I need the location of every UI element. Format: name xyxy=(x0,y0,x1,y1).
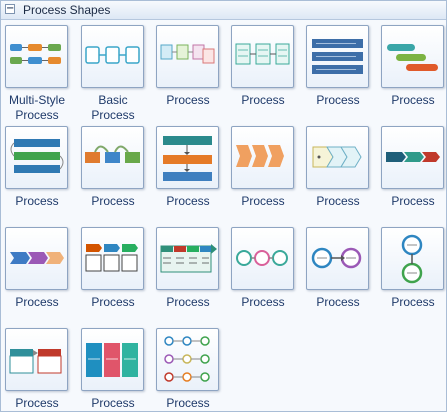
shape-label: Process xyxy=(166,93,210,107)
panel-title: Process Shapes xyxy=(23,3,111,17)
shape-tile-process[interactable] xyxy=(381,25,444,88)
process-icon-14 xyxy=(236,250,288,266)
process-icon-1 xyxy=(160,44,215,64)
process-icon-15 xyxy=(311,247,362,269)
shape-library-panel: − Process Shapes Multi-Style Process Basi… xyxy=(0,0,447,412)
shape-tile-process[interactable] xyxy=(306,227,369,290)
shape-label: Process xyxy=(241,93,285,107)
shape-tile-process[interactable] xyxy=(81,227,144,290)
shape-tile-process[interactable] xyxy=(5,328,68,391)
shape-tile-process[interactable] xyxy=(381,126,444,189)
process-icon-6 xyxy=(85,145,140,163)
shape-label: Process xyxy=(316,93,360,107)
collapse-icon[interactable]: − xyxy=(5,4,15,14)
process-icon-12 xyxy=(85,244,138,272)
shape-label: Process xyxy=(391,295,435,309)
shape-tile-process[interactable] xyxy=(231,25,294,88)
shape-tile-process[interactable] xyxy=(156,227,219,290)
process-icon-18 xyxy=(86,343,138,377)
shape-tile-process[interactable] xyxy=(231,227,294,290)
shape-tile-process[interactable] xyxy=(381,227,444,290)
shape-label: Process xyxy=(391,194,435,208)
process-icon-11 xyxy=(10,252,64,264)
shape-tile-process[interactable] xyxy=(306,25,369,88)
shape-label: Multi-Style Process xyxy=(8,93,65,122)
shape-tile-process[interactable] xyxy=(156,25,219,88)
shape-tile-process[interactable] xyxy=(81,126,144,189)
shape-label: Process xyxy=(241,295,285,309)
process-icon-17 xyxy=(9,349,62,374)
panel-header[interactable]: − Process Shapes xyxy=(1,1,446,20)
basic-process-icon xyxy=(85,46,140,64)
process-icon-5 xyxy=(10,139,64,173)
process-icon-2 xyxy=(235,43,290,65)
shape-label: Process xyxy=(391,93,435,107)
shape-label: Process xyxy=(166,295,210,309)
process-icon-10 xyxy=(386,152,440,162)
shape-label: Process xyxy=(166,194,210,208)
process-icon-3 xyxy=(312,39,363,74)
shape-tile-process[interactable] xyxy=(231,126,294,189)
process-icon-4 xyxy=(387,44,438,71)
shape-tile-process[interactable] xyxy=(156,328,219,391)
multi-style-process-icon xyxy=(10,44,61,64)
process-icon-19 xyxy=(164,336,210,382)
shape-tile-process[interactable] xyxy=(156,126,219,189)
shape-label: Process xyxy=(241,194,285,208)
shape-label: Process xyxy=(316,194,360,208)
shape-label: Process xyxy=(91,396,135,410)
process-icon-7 xyxy=(163,136,212,181)
shape-label: Basic Process xyxy=(91,93,135,122)
shape-label: Process xyxy=(15,295,59,309)
shape-tile-process[interactable] xyxy=(81,328,144,391)
shape-tile-process[interactable] xyxy=(5,227,68,290)
shape-tile-process[interactable] xyxy=(5,126,68,189)
shape-label: Process xyxy=(15,396,59,410)
shape-label: Process xyxy=(91,295,135,309)
shape-tile-multi-style-process[interactable] xyxy=(5,25,68,88)
process-icon-8 xyxy=(236,145,284,167)
process-icon-13 xyxy=(160,244,217,273)
shape-label: Process xyxy=(166,396,210,410)
shape-label: Process xyxy=(316,295,360,309)
shape-tile-process[interactable] xyxy=(306,126,369,189)
process-icon-9 xyxy=(312,146,362,168)
shape-label: Process xyxy=(91,194,135,208)
process-icon-16 xyxy=(401,234,423,284)
shape-label: Process xyxy=(15,194,59,208)
shape-tile-basic-process[interactable] xyxy=(81,25,144,88)
